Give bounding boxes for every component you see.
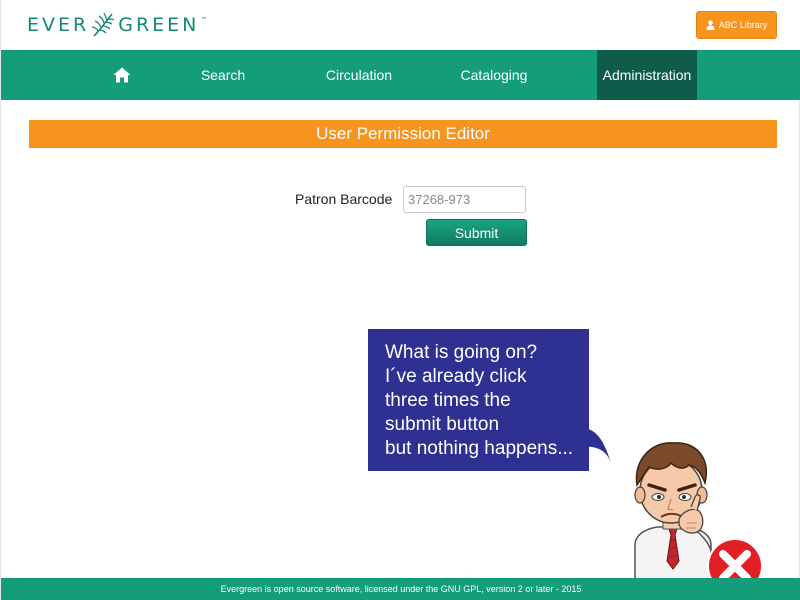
nav-search[interactable]: Search xyxy=(187,50,259,100)
patron-barcode-label: Patron Barcode xyxy=(295,191,393,207)
bubble-line: but nothing happens... xyxy=(385,438,574,459)
nav-cataloging[interactable]: Cataloging xyxy=(452,50,536,100)
nav-circulation-label: Circulation xyxy=(325,67,393,83)
header: EVER GREEN ™ ABC Library xyxy=(1,0,800,50)
fern-leaf-icon xyxy=(92,12,115,37)
library-button-label: ABC Library xyxy=(718,20,768,30)
speech-bubble: What is going on? I´ve already click thr… xyxy=(368,329,589,471)
nav-search-label: Search xyxy=(200,67,246,83)
main-nav: Search Circulation Cataloging Administra… xyxy=(1,50,800,100)
bubble-line: submit button xyxy=(385,414,500,435)
page-title: User Permission Editor xyxy=(316,124,490,143)
footer-license-text: Evergreen is open source software, licen… xyxy=(220,584,582,594)
home-icon xyxy=(113,67,131,83)
bubble-line: three times the xyxy=(385,390,511,411)
trademark-mark: ™ xyxy=(200,16,208,24)
nav-administration[interactable]: Administration xyxy=(597,50,697,100)
page-title-bar: User Permission Editor xyxy=(29,120,777,148)
nav-circulation[interactable]: Circulation xyxy=(315,50,403,100)
evergreen-logo[interactable]: EVER GREEN ™ xyxy=(27,12,207,38)
submit-button[interactable]: Submit xyxy=(426,219,527,246)
logo-text-green: GREEN xyxy=(118,14,200,36)
bubble-line: What is going on? xyxy=(385,342,538,363)
footer: Evergreen is open source software, licen… xyxy=(1,578,800,600)
page: EVER GREEN ™ ABC Library Search Circulat… xyxy=(0,0,800,600)
submit-button-label: Submit xyxy=(454,224,499,241)
library-button[interactable]: ABC Library xyxy=(696,11,777,39)
nav-cataloging-label: Cataloging xyxy=(460,67,528,83)
bubble-line: I´ve already click xyxy=(385,366,527,387)
nav-home[interactable] xyxy=(102,50,142,100)
logo-text-ever: EVER xyxy=(27,14,90,36)
patron-barcode-input[interactable] xyxy=(403,186,526,213)
nav-administration-label: Administration xyxy=(602,67,692,83)
user-icon xyxy=(706,20,715,30)
